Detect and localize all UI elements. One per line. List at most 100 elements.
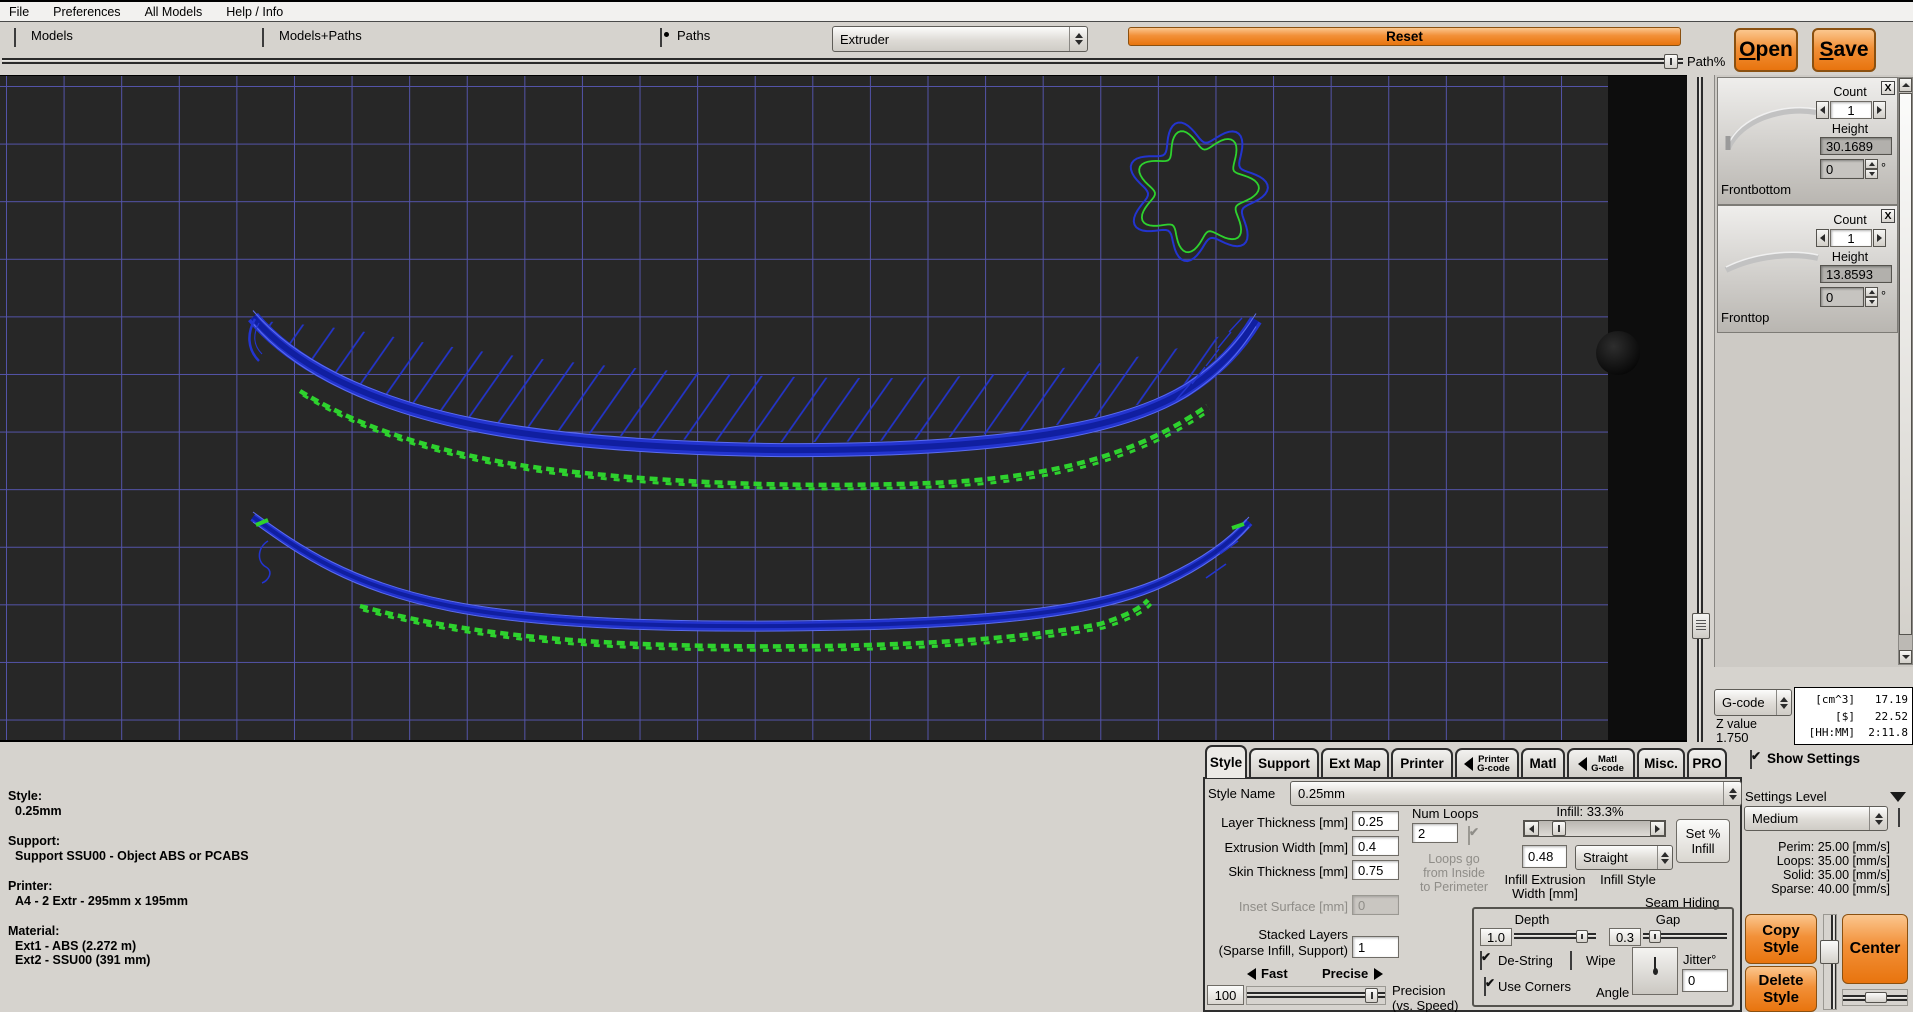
infill-slider-left-icon[interactable] bbox=[1524, 821, 1539, 836]
center-horizontal-slider-thumb[interactable] bbox=[1865, 992, 1887, 1003]
dropdown-arrows-icon[interactable] bbox=[1776, 690, 1791, 715]
menu-all-models[interactable]: All Models bbox=[145, 5, 203, 19]
extrusion-width-input[interactable]: 0.4 bbox=[1352, 836, 1399, 856]
set-percent-infill-button[interactable]: Set % Infill bbox=[1676, 819, 1730, 863]
stacked-layers-label: Stacked Layers bbox=[1238, 927, 1348, 942]
seam-gap-slider[interactable] bbox=[1643, 928, 1727, 946]
menu-bar: File Preferences All Models Help / Info bbox=[0, 0, 1913, 22]
tab-ext-map[interactable]: Ext Map bbox=[1321, 748, 1389, 777]
tab-misc[interactable]: Misc. bbox=[1637, 748, 1685, 777]
models-paths-checkbox[interactable] bbox=[262, 28, 264, 47]
precision-slider-thumb[interactable] bbox=[1365, 988, 1378, 1003]
dropdown-arrows-icon[interactable] bbox=[1657, 846, 1672, 869]
dropdown-arrows-icon[interactable] bbox=[1069, 27, 1087, 51]
count-decrement-button[interactable] bbox=[1816, 101, 1829, 119]
infill-slider[interactable] bbox=[1523, 820, 1666, 837]
show-settings-checkbox[interactable] bbox=[1750, 750, 1752, 769]
infill-style-value: Straight bbox=[1576, 850, 1657, 865]
skin-thickness-input[interactable]: 0.75 bbox=[1352, 860, 1399, 880]
model-height-value: 13.8593 bbox=[1820, 265, 1892, 283]
count-increment-button[interactable] bbox=[1873, 229, 1886, 247]
open-button[interactable]: Open bbox=[1734, 28, 1798, 72]
layer-thickness-input[interactable]: 0.25 bbox=[1352, 811, 1399, 831]
destring-checkbox[interactable] bbox=[1480, 951, 1482, 970]
collapse-arrow-icon[interactable] bbox=[1890, 792, 1906, 802]
style-name-select[interactable]: 0.25mm bbox=[1290, 781, 1742, 806]
precision-slider[interactable] bbox=[1246, 986, 1386, 1005]
rotation-value[interactable]: 0 bbox=[1820, 287, 1864, 307]
save-button[interactable]: Save bbox=[1812, 28, 1876, 72]
model-card-frontbottom[interactable]: Count X 1 Height 30.1689 0 ° Frontbottom bbox=[1717, 77, 1898, 205]
model-list-scrollbar[interactable] bbox=[1898, 77, 1913, 665]
tab-pro[interactable]: PRO bbox=[1687, 748, 1727, 777]
delete-style-button[interactable]: Delete Style bbox=[1745, 966, 1817, 1012]
tab-style[interactable]: Style bbox=[1205, 745, 1247, 778]
path-percent-slider[interactable] bbox=[2, 53, 1683, 70]
rotation-value[interactable]: 0 bbox=[1820, 159, 1864, 179]
infill-style-select[interactable]: Straight bbox=[1575, 845, 1673, 870]
menu-preferences[interactable]: Preferences bbox=[53, 5, 120, 19]
gcode-mode-select[interactable]: G-code bbox=[1714, 689, 1792, 716]
path-percent-slider-thumb[interactable] bbox=[1664, 54, 1678, 69]
remove-model-button[interactable]: X bbox=[1881, 209, 1895, 223]
tab-matl-gcode[interactable]: MatlG-code bbox=[1567, 748, 1635, 777]
stat-time: [HH:MM]2:11.8 bbox=[1799, 726, 1908, 739]
tab-printer-gcode[interactable]: PrinterG-code bbox=[1455, 748, 1519, 777]
loops-note-line2: from Inside bbox=[1404, 866, 1504, 880]
use-corners-label: Use Corners bbox=[1498, 979, 1571, 994]
center-button[interactable]: Center bbox=[1842, 914, 1908, 984]
jitter-label: Jitter° bbox=[1683, 952, 1716, 967]
reset-button[interactable]: Reset bbox=[1128, 27, 1681, 46]
copy-style-button[interactable]: Copy Style bbox=[1745, 914, 1817, 964]
settings-level-select[interactable]: Medium bbox=[1744, 806, 1888, 831]
precision-label-line1: Precision bbox=[1392, 983, 1445, 998]
count-increment-button[interactable] bbox=[1873, 101, 1886, 119]
menu-file[interactable]: File bbox=[9, 5, 29, 19]
dropdown-arrows-icon[interactable] bbox=[1723, 782, 1741, 805]
path-percent-label: Path% bbox=[1687, 54, 1725, 69]
infill-extrusion-width-input[interactable]: 0.48 bbox=[1522, 845, 1567, 868]
model-card-fronttop[interactable]: Count X 1 Height 13.8593 0 ° Fronttop bbox=[1717, 205, 1898, 333]
style-vertical-slider-thumb[interactable] bbox=[1820, 940, 1839, 964]
seam-depth-slider-thumb[interactable] bbox=[1576, 930, 1588, 943]
dropdown-arrows-icon[interactable] bbox=[1869, 807, 1887, 830]
jitter-input[interactable]: 0 bbox=[1682, 969, 1728, 992]
view-mode-models[interactable] bbox=[14, 29, 16, 47]
seam-angle-dial[interactable] bbox=[1632, 947, 1678, 995]
fast-arrow-icon bbox=[1247, 968, 1256, 980]
rotation-spinner[interactable] bbox=[1865, 159, 1878, 179]
wipe-checkbox[interactable] bbox=[1570, 951, 1572, 970]
z-value-slider[interactable] bbox=[1690, 77, 1712, 742]
infill-slider-right-icon[interactable] bbox=[1650, 821, 1665, 836]
toolpath-viewport[interactable] bbox=[0, 75, 1687, 742]
rotation-spinner[interactable] bbox=[1865, 287, 1878, 307]
scroll-down-icon[interactable] bbox=[1899, 650, 1912, 664]
center-horizontal-slider[interactable] bbox=[1842, 989, 1908, 1006]
tab-support[interactable]: Support bbox=[1249, 748, 1319, 777]
count-value[interactable]: 1 bbox=[1830, 229, 1872, 247]
tab-printer[interactable]: Printer bbox=[1391, 748, 1453, 777]
extruder-select[interactable]: Extruder bbox=[832, 26, 1088, 52]
seam-depth-value: 1.0 bbox=[1480, 928, 1512, 946]
menu-help-info[interactable]: Help / Info bbox=[226, 5, 283, 19]
z-value-slider-thumb[interactable] bbox=[1692, 613, 1710, 639]
fronttop-toolpaths bbox=[253, 512, 1249, 650]
settings-extra-checkbox[interactable] bbox=[1898, 808, 1900, 827]
use-corners-checkbox[interactable] bbox=[1484, 977, 1486, 996]
seam-depth-slider[interactable] bbox=[1514, 928, 1596, 946]
model-height-value: 30.1689 bbox=[1820, 137, 1892, 155]
count-decrement-button[interactable] bbox=[1816, 229, 1829, 247]
tab-matl[interactable]: Matl bbox=[1521, 748, 1565, 777]
count-value[interactable]: 1 bbox=[1830, 101, 1872, 119]
scroll-up-icon[interactable] bbox=[1899, 78, 1912, 92]
paths-radio[interactable] bbox=[660, 28, 662, 47]
view-mode-models-paths[interactable] bbox=[262, 29, 264, 47]
scrollbar-thumb[interactable] bbox=[1899, 93, 1912, 635]
num-loops-input[interactable]: 2 bbox=[1412, 823, 1458, 843]
remove-model-button[interactable]: X bbox=[1881, 81, 1895, 95]
stacked-layers-input[interactable]: 1 bbox=[1352, 936, 1399, 958]
infill-slider-thumb[interactable] bbox=[1552, 821, 1566, 836]
view-mode-paths[interactable] bbox=[660, 29, 662, 47]
seam-gap-slider-thumb[interactable] bbox=[1649, 930, 1661, 943]
models-checkbox[interactable] bbox=[14, 28, 16, 47]
